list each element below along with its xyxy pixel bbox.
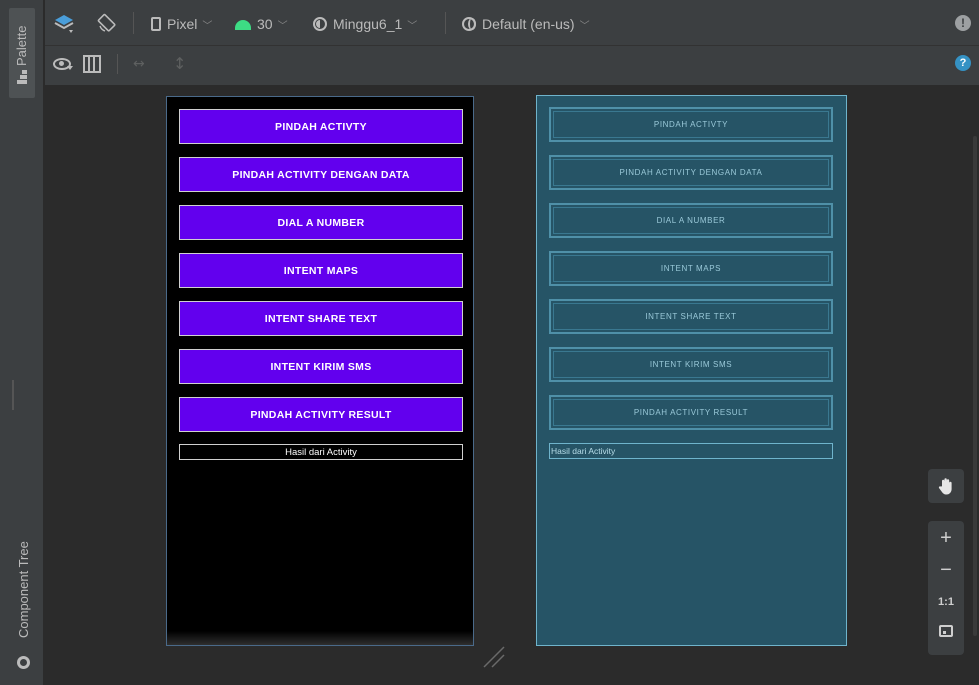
blueprint-surface[interactable]: PINDAH ACTIVTY PINDAH ACTIVITY DENGAN DA…	[536, 95, 847, 646]
design-button-pindah-activity-result[interactable]: PINDAH ACTIVITY RESULT	[179, 397, 463, 432]
android-icon	[235, 20, 251, 30]
button-label: PINDAH ACTIVITY RESULT	[250, 408, 392, 421]
api-level-selector[interactable]: 30 ﹀	[235, 14, 288, 34]
toolbar-separator	[117, 54, 118, 74]
result-text: Hasil dari Activity	[551, 446, 616, 456]
pan-button[interactable]	[928, 469, 964, 503]
button-label: INTENT SHARE TEXT	[264, 312, 378, 325]
locale-selector[interactable]: Default (en-us) ﹀	[462, 14, 590, 34]
theme-label: Minggu6_1	[333, 16, 403, 32]
actual-size-button[interactable]: 1:1	[928, 587, 964, 617]
component-tree-tab-label: Component Tree	[16, 541, 31, 638]
button-label: DIAL A NUMBER	[277, 216, 365, 229]
toolbar-separator	[133, 12, 134, 34]
theme-selector[interactable]: Minggu6_1 ﹀	[313, 14, 417, 34]
design-button-intent-kirim-sms[interactable]: INTENT KIRIM SMS	[179, 349, 463, 384]
globe-icon	[462, 17, 476, 31]
hand-icon	[938, 478, 952, 495]
blueprint-button-pindah-activity-dengan-data[interactable]: PINDAH ACTIVITY DENGAN DATA	[549, 155, 833, 190]
blueprint-button-intent-maps[interactable]: INTENT MAPS	[549, 251, 833, 286]
blueprint-button-intent-kirim-sms[interactable]: INTENT KIRIM SMS	[549, 347, 833, 382]
chevron-down-icon: ﹀	[277, 20, 288, 32]
button-label: INTENT KIRIM SMS	[270, 360, 372, 373]
left-tool-strip: Palette Component Tree	[0, 0, 44, 685]
chevron-down-icon	[67, 66, 73, 70]
theme-icon	[313, 17, 327, 31]
actual-size-label: 1:1	[938, 596, 954, 608]
vertical-scrollbar[interactable]	[973, 136, 977, 636]
design-canvas[interactable]: PINDAH ACTIVTY PINDAH ACTIVITY DENGAN DA…	[45, 86, 979, 685]
button-label: INTENT MAPS	[283, 264, 359, 277]
blueprint-result-textview[interactable]: Hasil dari Activity	[549, 443, 833, 459]
component-tree-tab[interactable]: Component Tree	[11, 520, 35, 680]
warning-icon[interactable]: !	[955, 15, 971, 31]
chevron-down-icon: ﹀	[202, 20, 213, 32]
button-label: INTENT SHARE TEXT	[645, 312, 737, 321]
button-label: PINDAH ACTIVTY	[275, 120, 367, 133]
zoom-controls: + − 1:1	[928, 521, 964, 655]
palette-tab[interactable]: Palette	[9, 8, 35, 98]
zoom-out-button[interactable]: −	[928, 555, 964, 585]
device-selector[interactable]: Pixel ﹀	[151, 14, 212, 34]
top-toolbar: Pixel ﹀ 30 ﹀ Minggu6_1 ﹀ Default (en-us)…	[45, 0, 979, 46]
toolbar-separator	[445, 12, 446, 34]
button-label: INTENT MAPS	[660, 264, 722, 273]
navigation-bar-shadow	[167, 631, 473, 645]
blueprint-button-pindah-activty[interactable]: PINDAH ACTIVTY	[549, 107, 833, 142]
chevron-down-icon: ﹀	[407, 20, 418, 32]
palette-tab-label: Palette	[14, 25, 29, 66]
design-result-textview[interactable]: Hasil dari Activity	[179, 444, 463, 460]
orientation-icon[interactable]	[97, 11, 119, 33]
button-label: PINDAH ACTIVITY DENGAN DATA	[619, 168, 763, 177]
blueprint-button-dial-a-number[interactable]: DIAL A NUMBER	[549, 203, 833, 238]
design-button-intent-share-text[interactable]: INTENT SHARE TEXT	[179, 301, 463, 336]
zoom-in-icon: +	[940, 527, 952, 549]
columns-icon[interactable]	[83, 55, 101, 73]
button-label: PINDAH ACTIVTY	[653, 120, 729, 129]
vertical-arrows-icon[interactable]: ↕	[173, 54, 186, 73]
phone-icon	[151, 17, 161, 31]
design-button-pindah-activty[interactable]: PINDAH ACTIVTY	[179, 109, 463, 144]
design-surface[interactable]: PINDAH ACTIVTY PINDAH ACTIVITY DENGAN DA…	[166, 96, 474, 646]
panel-resize-edge[interactable]	[12, 380, 14, 410]
button-label: PINDAH ACTIVITY DENGAN DATA	[232, 168, 410, 181]
palette-icon	[17, 70, 27, 84]
zoom-to-fit-icon	[939, 625, 953, 637]
result-text: Hasil dari Activity	[285, 446, 357, 458]
secondary-toolbar: ↔ ↕ ?	[45, 46, 979, 86]
chevron-down-icon: ﹀	[579, 20, 590, 32]
button-label: DIAL A NUMBER	[656, 216, 726, 225]
design-button-dial-a-number[interactable]: DIAL A NUMBER	[179, 205, 463, 240]
globe-icon	[17, 656, 30, 669]
design-button-pindah-activity-dengan-data[interactable]: PINDAH ACTIVITY DENGAN DATA	[179, 157, 463, 192]
horizontal-arrows-icon[interactable]: ↔	[133, 56, 145, 72]
design-button-intent-maps[interactable]: INTENT MAPS	[179, 253, 463, 288]
layers-icon[interactable]	[53, 12, 75, 34]
blueprint-button-intent-share-text[interactable]: INTENT SHARE TEXT	[549, 299, 833, 334]
zoom-in-button[interactable]: +	[928, 523, 964, 553]
button-label: INTENT KIRIM SMS	[649, 360, 733, 369]
zoom-to-fit-button[interactable]	[928, 617, 964, 647]
api-level-label: 30	[257, 16, 273, 32]
button-label: PINDAH ACTIVITY RESULT	[633, 408, 749, 417]
help-icon[interactable]: ?	[955, 55, 971, 71]
blueprint-button-pindah-activity-result[interactable]: PINDAH ACTIVITY RESULT	[549, 395, 833, 430]
locale-label: Default (en-us)	[482, 16, 575, 32]
device-label: Pixel	[167, 16, 198, 32]
zoom-out-icon: −	[940, 559, 952, 581]
layout-editor: Palette Component Tree Pixel ﹀ 30 ﹀ Ming…	[0, 0, 979, 685]
resize-handle-icon[interactable]	[478, 641, 506, 669]
